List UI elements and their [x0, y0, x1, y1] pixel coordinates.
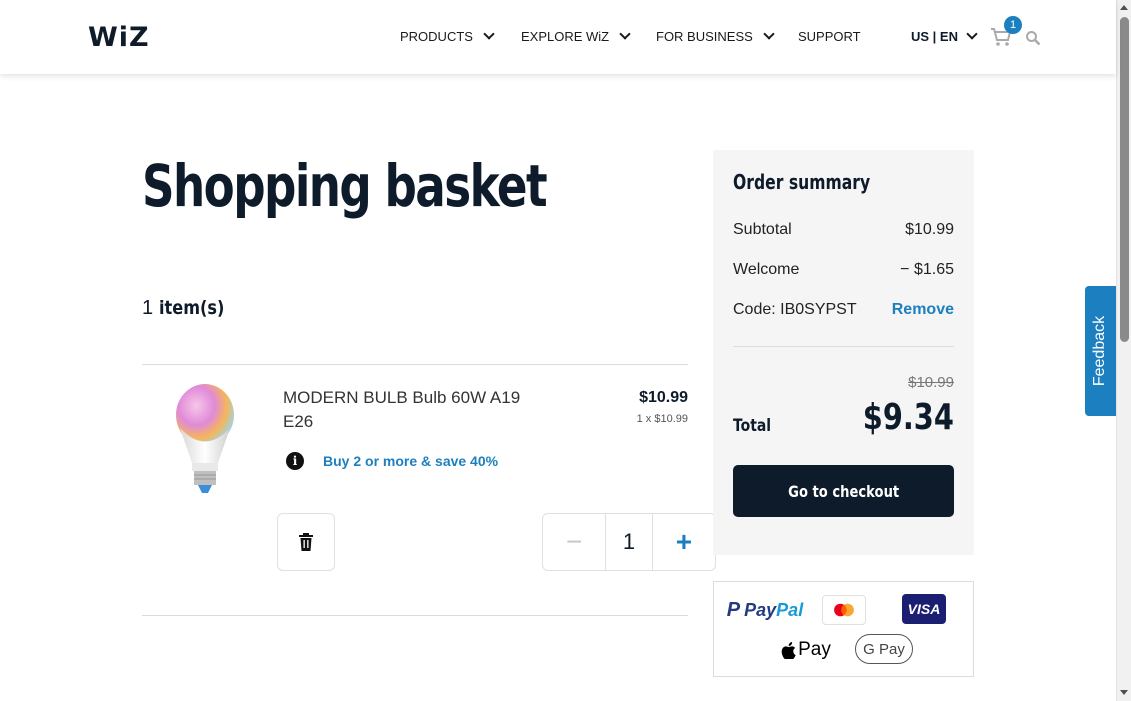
cart-count-badge: 1 [1004, 16, 1022, 34]
paypal-text-b: Pal [776, 599, 804, 620]
promo-code-row: Code: IB0SYPST Remove [733, 301, 954, 319]
visa-logo: VISA [902, 594, 946, 624]
item-count-number: 1 [142, 297, 154, 319]
subtotal-row: Subtotal $10.99 [733, 221, 954, 239]
original-total: $10.99 [908, 374, 954, 391]
payment-methods: P Pay Pal VISA Pay G Pay [713, 581, 974, 677]
remove-code-link[interactable]: Remove [892, 301, 954, 319]
total-value: $9.34 [862, 397, 954, 438]
quantity-decrease-button[interactable]: − [543, 514, 605, 570]
discount-label: Welcome [733, 261, 800, 278]
paypal-icon: P [726, 598, 741, 621]
scroll-down-arrow-icon[interactable] [1120, 690, 1128, 695]
nav-products-label: PRODUCTS [400, 29, 473, 44]
nav-support[interactable]: SUPPORT [798, 29, 861, 44]
page-title: Shopping basket [142, 152, 548, 220]
nav-explore-wiz[interactable]: EXPLORE WiZ [521, 28, 631, 44]
divider [142, 364, 688, 365]
quantity-value[interactable]: 1 [605, 514, 653, 570]
feedback-label: Feedback [1091, 315, 1109, 387]
info-icon: i [286, 452, 304, 470]
order-summary: Order summary Subtotal $10.99 Welcome − … [713, 150, 974, 555]
promo-link[interactable]: Buy 2 or more & save 40% [323, 453, 498, 469]
quantity-increase-button[interactable]: + [653, 514, 715, 570]
scroll-thumb[interactable] [1120, 17, 1129, 342]
order-summary-title: Order summary [733, 170, 871, 194]
nav-support-label: SUPPORT [798, 29, 861, 44]
feedback-tab[interactable]: Feedback [1085, 286, 1116, 416]
site-header: WiZ PRODUCTS EXPLORE WiZ FOR BUSINESS SU… [0, 0, 1116, 74]
divider [733, 346, 954, 347]
google-pay-logo: G Pay [855, 634, 913, 664]
apple-icon [781, 641, 796, 659]
product-name[interactable]: MODERN BULB Bulb 60W A19 E26 [283, 386, 553, 434]
discount-value: − $1.65 [900, 261, 954, 278]
nav-explore-label: EXPLORE WiZ [521, 29, 610, 44]
nav-products[interactable]: PRODUCTS [400, 28, 495, 44]
apple-pay-logo: Pay [776, 638, 836, 662]
checkout-label: Go to checkout [787, 481, 899, 501]
discount-row: Welcome − $1.65 [733, 261, 954, 279]
nav-for-business[interactable]: FOR BUSINESS [656, 28, 775, 44]
search-icon[interactable] [1025, 30, 1041, 46]
quantity-stepper: − 1 + [542, 513, 716, 571]
scroll-up-arrow-icon[interactable] [1120, 5, 1128, 10]
paypal-logo: P Pay Pal [724, 598, 806, 622]
divider [142, 615, 688, 616]
chevron-down-icon [483, 28, 495, 40]
wiz-logo[interactable]: WiZ [88, 22, 150, 53]
mastercard-logo [822, 595, 866, 625]
subtotal-value: $10.99 [905, 221, 954, 238]
line-price: $10.99 [639, 389, 688, 406]
promo-code-label: Code: IB0SYPST [733, 301, 857, 318]
locale-label: US | EN [911, 29, 958, 44]
paypal-text-a: Pay [744, 599, 777, 620]
page-scrollbar[interactable] [1116, 0, 1131, 701]
chevron-down-icon [619, 28, 631, 40]
product-image[interactable] [172, 383, 238, 503]
unit-price: 1 x $10.99 [636, 413, 688, 425]
total-label: Total [733, 416, 772, 436]
chevron-down-icon [763, 28, 775, 40]
apple-pay-text: Pay [798, 639, 831, 660]
mastercard-icon [834, 603, 854, 617]
trash-icon [299, 533, 313, 551]
locale-selector[interactable]: US | EN [911, 28, 978, 44]
remove-item-button[interactable] [277, 513, 335, 571]
checkout-button[interactable]: Go to checkout [733, 465, 954, 517]
subtotal-label: Subtotal [733, 221, 792, 238]
nav-business-label: FOR BUSINESS [656, 29, 753, 44]
item-count-label: item(s) [158, 297, 225, 319]
chevron-down-icon [966, 28, 978, 40]
item-count: 1 item(s) [142, 297, 236, 320]
